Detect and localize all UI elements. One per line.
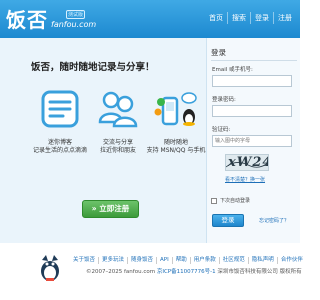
top-nav: 首页 搜索 登录 注册 (205, 12, 296, 24)
email-field[interactable] (212, 75, 292, 87)
nav-home-link[interactable]: 首页 (205, 12, 227, 24)
login-divider (211, 60, 297, 61)
company-name: 深圳市饭否科技有限公司 版权所有 (217, 269, 302, 275)
feature-friends: 交流与分享 拉近你和朋友 (88, 86, 148, 176)
captcha-label: 验证码: (212, 127, 231, 133)
logo-domain: fanfou.com (51, 20, 97, 29)
footer-link-privacy[interactable]: 隐私声明 (247, 257, 277, 264)
footer-link-more[interactable]: 更多玩法 (98, 257, 127, 264)
footer-link-about[interactable]: 关于饭否 (73, 257, 98, 264)
remember-checkbox[interactable] (211, 198, 217, 204)
login-title: 登录 (211, 48, 226, 57)
feature-title: 随时随地 (163, 139, 188, 146)
intro-section: 饭否，随时随地记录与分享！ 迷你博客 记录生活的点点滴滴 交流与分享 拉近你和朋… (4, 46, 205, 238)
footer-link-terms[interactable]: 用户条款 (189, 257, 219, 264)
footer-link-api[interactable]: API (156, 257, 172, 264)
footer-link-partners[interactable]: 合作伙伴 (276, 257, 306, 264)
signup-button[interactable]: » 立即注册 (82, 200, 139, 218)
mini-blog-icon (41, 90, 79, 128)
logo-text: 饭否 (6, 8, 48, 32)
refresh-captcha-link[interactable]: 看不清楚？换一张 (225, 176, 265, 183)
captcha-input[interactable] (212, 135, 292, 147)
logo-badge: 测试版 (66, 10, 86, 19)
captcha-image: xW24 (225, 154, 269, 171)
mascot-icon (41, 255, 59, 281)
footer: 关于饭否 更多玩法 随身饭否 API 帮助 用户条款 社区规范 隐私声明 合作伙… (0, 243, 303, 300)
feature-mini-blog: 迷你博客 记录生活的点点滴滴 (30, 86, 90, 176)
mobile-im-icon (154, 92, 197, 126)
captcha-noise (226, 162, 268, 168)
email-label: Email 或手机号: (212, 67, 253, 73)
password-label: 登录密码: (212, 97, 236, 103)
main-panel: 饭否，随时随地记录与分享！ 迷你博客 记录生活的点点滴滴 交流与分享 拉近你和朋… (0, 38, 300, 243)
friends-icon (98, 91, 138, 128)
footer-link-help[interactable]: 帮助 (171, 257, 190, 264)
login-panel: 登录 Email 或手机号: 登录密码: 验证码: xW24 看不清楚？换一张 … (206, 38, 300, 243)
login-button[interactable]: 登录 (212, 214, 244, 227)
header-bar: 饭否 测试版 fanfou.com 首页 搜索 登录 注册 (0, 0, 300, 38)
feature-mobile: 随时随地 支持 MSN/QQ 与手机 (146, 86, 206, 176)
feature-desc: 支持 MSN/QQ 与手机 (146, 147, 206, 154)
slogan: 饭否，随时随地记录与分享！ (31, 62, 155, 73)
logo[interactable]: 饭否 测试版 fanfou.com (6, 4, 96, 34)
remember-label: 下次自动登录 (220, 198, 251, 204)
password-field[interactable] (212, 105, 292, 117)
nav-search-link[interactable]: 搜索 (227, 12, 250, 24)
copyright-text: ©2007–2025 fanfou.com (86, 269, 156, 275)
nav-register-link[interactable]: 注册 (273, 12, 296, 24)
footer-links: 关于饭否 更多玩法 随身饭否 API 帮助 用户条款 社区规范 隐私声明 合作伙… (73, 257, 306, 264)
forgot-password-link[interactable]: 忘记密码了？ (259, 217, 289, 224)
nav-login-link[interactable]: 登录 (250, 12, 273, 24)
copyright: ©2007–2025 fanfou.com 京ICP备11007776号-1 深… (86, 267, 302, 275)
footer-link-mobile[interactable]: 随身饭否 (127, 257, 156, 264)
footer-link-community[interactable]: 社区规范 (218, 257, 248, 264)
icp-number[interactable]: 京ICP备11007776号-1 (157, 269, 216, 275)
